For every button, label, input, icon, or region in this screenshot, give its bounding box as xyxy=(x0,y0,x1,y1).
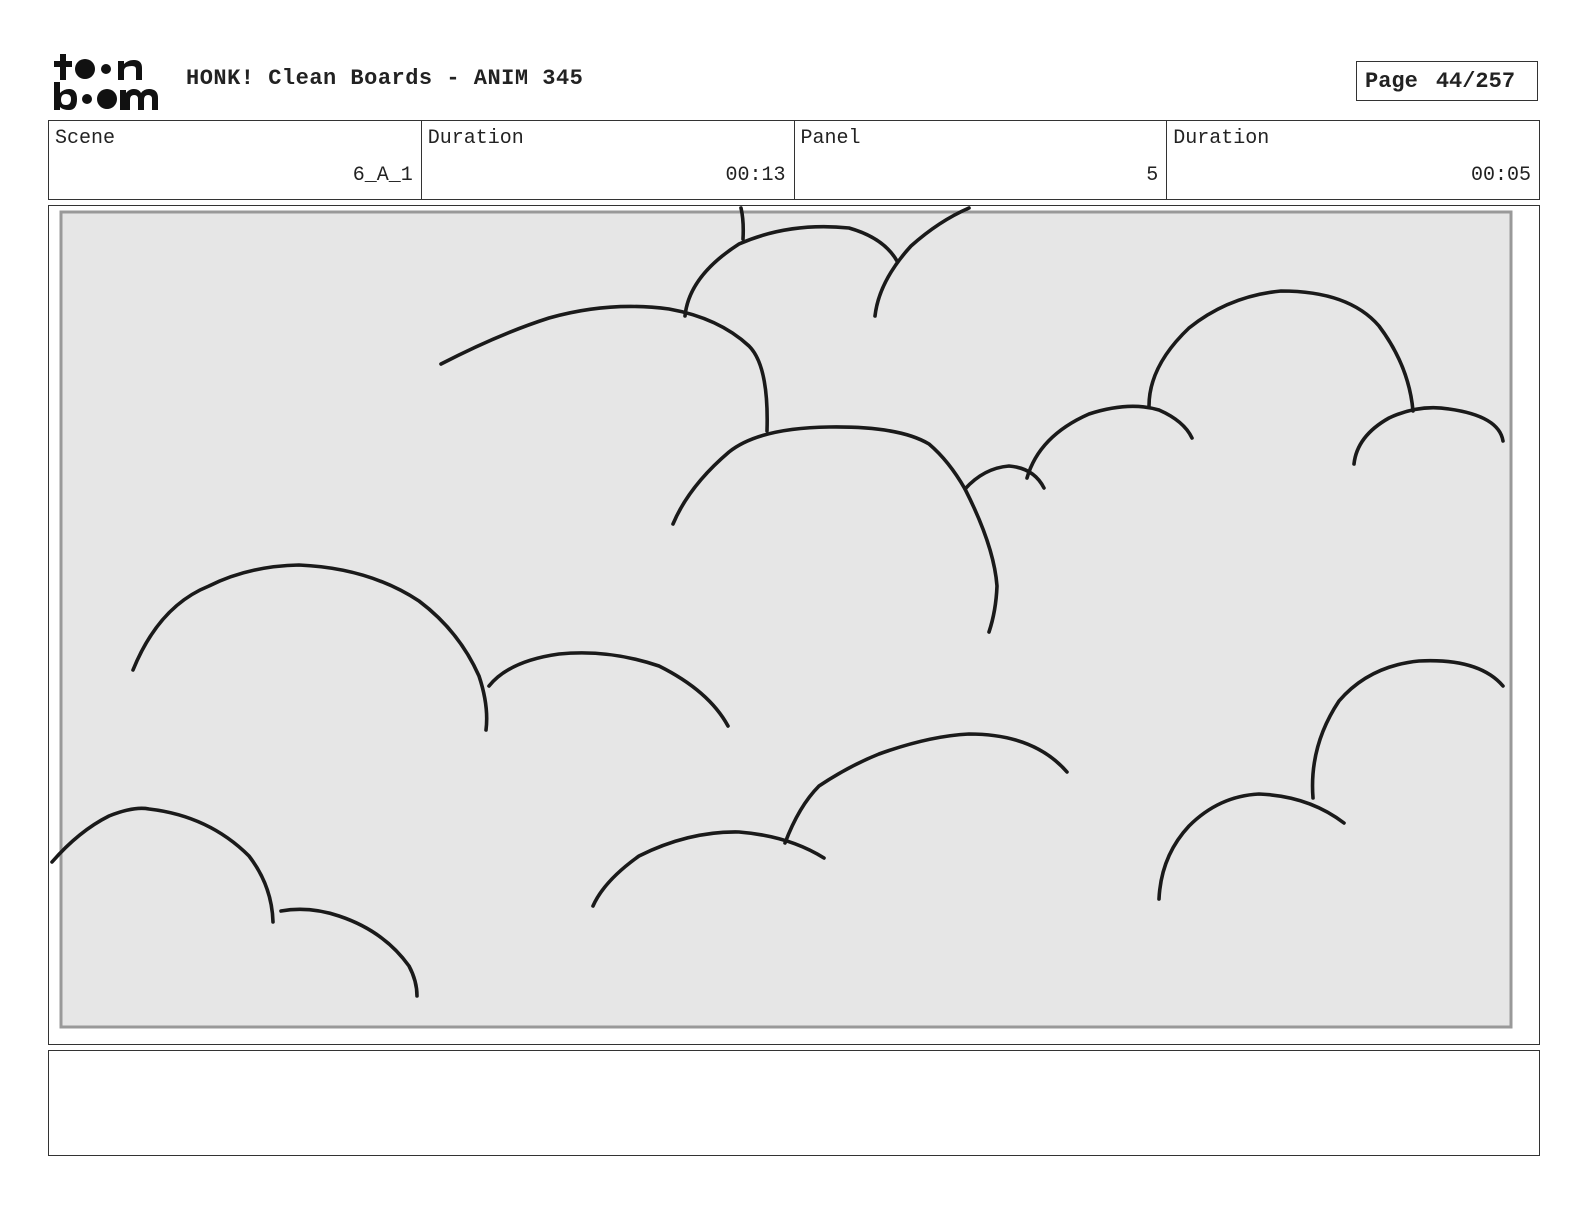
panel-drawing-area xyxy=(59,210,1513,1029)
scene-value: 6_A_1 xyxy=(352,164,413,187)
panel-label: Panel xyxy=(800,127,861,150)
scene-duration-cell: Duration 00:13 xyxy=(422,121,795,199)
panel-cell: Panel 5 xyxy=(795,121,1168,199)
page-label: Page xyxy=(1365,68,1418,94)
page-number: 44/257 xyxy=(1435,68,1516,94)
panel-notes xyxy=(48,1050,1540,1156)
panel-info-row: Scene 6_A_1 Duration 00:13 Panel 5 Durat… xyxy=(48,120,1540,200)
storyboard-panel xyxy=(48,205,1540,1045)
panel-duration-label: Duration xyxy=(1173,127,1270,150)
scene-duration-value: 00:13 xyxy=(725,164,786,187)
panel-duration-cell: Duration 00:05 xyxy=(1167,121,1539,199)
page-indicator: Page 44/257 xyxy=(1356,61,1538,101)
scene-label: Scene xyxy=(55,127,116,150)
scene-duration-label: Duration xyxy=(427,127,524,150)
panel-duration-value: 00:05 xyxy=(1470,164,1531,187)
board-title: HONK! Clean Boards - ANIM 345 xyxy=(186,66,584,91)
cloud-sketch-icon xyxy=(50,206,1513,1029)
toon-boom-logo xyxy=(54,54,158,110)
panel-value: 5 xyxy=(1146,164,1159,187)
scene-cell: Scene 6_A_1 xyxy=(49,121,422,199)
